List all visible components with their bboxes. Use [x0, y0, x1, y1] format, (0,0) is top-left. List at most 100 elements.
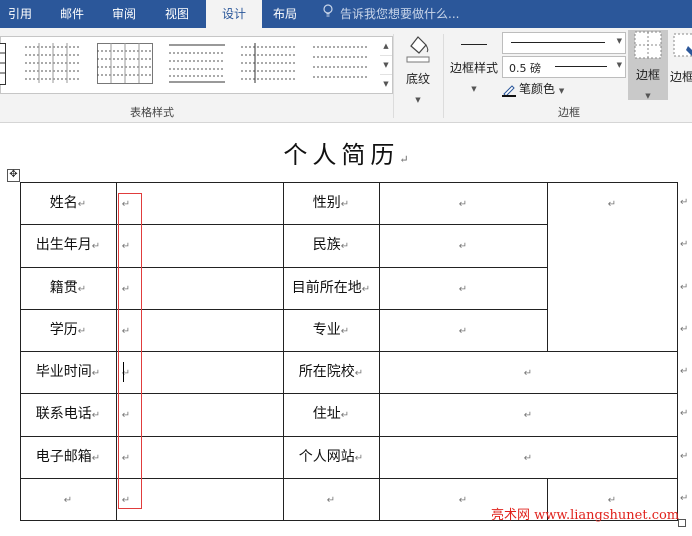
- value-cell[interactable]: ↵: [379, 351, 677, 393]
- border-painter-label: 边框刷: [670, 70, 692, 84]
- ribbon-panel: ▲ ▼ ▼ 表格样式 底纹 ▼ 边框样式 ▼ ▼ 0.5 磅 ▼ 笔颜色 ▼ 边…: [0, 28, 692, 123]
- group-divider: [393, 34, 394, 118]
- chevron-down-icon: ▼: [645, 92, 651, 100]
- label-cell-name[interactable]: 姓名↵: [20, 182, 116, 224]
- end-of-row-mark: ↵: [680, 366, 689, 377]
- table-border: [677, 182, 678, 520]
- label-cell-major[interactable]: 专业↵: [283, 309, 379, 351]
- table-style-thumb[interactable]: [0, 43, 7, 85]
- line-weight-dropdown[interactable]: 0.5 磅 ▼: [502, 56, 626, 78]
- tab-references[interactable]: 引用: [0, 0, 40, 28]
- label-text: 学历: [49, 322, 78, 338]
- label-cell-school[interactable]: 所在院校↵: [283, 351, 379, 393]
- watermark: 亮术网 www.liangshunet.com: [491, 508, 680, 523]
- gallery-up-button[interactable]: ▲: [380, 37, 392, 56]
- paint-bucket-icon: [403, 36, 433, 68]
- end-of-row-mark: ↵: [680, 324, 689, 335]
- chevron-down-icon: ▼: [471, 85, 477, 93]
- empty-cell[interactable]: ↵: [20, 478, 116, 520]
- line-style-preview: [511, 42, 605, 43]
- chevron-down-icon: ▼: [558, 87, 565, 95]
- value-cell[interactable]: ↵: [379, 436, 677, 478]
- label-cell-phone[interactable]: 联系电话↵: [20, 393, 116, 435]
- table-style-thumb[interactable]: [25, 43, 81, 85]
- tell-me-placeholder: 告诉我您想要做什么...: [340, 7, 460, 21]
- table-style-thumb[interactable]: [241, 43, 297, 85]
- end-of-row-mark: ↵: [680, 451, 689, 462]
- table-move-handle[interactable]: ✥: [7, 169, 20, 182]
- empty-cell[interactable]: ↵: [283, 478, 379, 520]
- gallery-scroll: ▲ ▼ ▼: [380, 36, 393, 94]
- ribbon-tab-bar: 引用 邮件 审阅 视图 设计 布局 告诉我您想要做什么...: [0, 0, 692, 28]
- end-of-row-mark: ↵: [680, 282, 689, 293]
- value-cell[interactable]: ↵: [379, 267, 547, 309]
- title-text: 个人简历: [283, 141, 400, 169]
- highlight-box: [118, 193, 142, 509]
- label-cell-ethnicity[interactable]: 民族↵: [283, 224, 379, 266]
- label-cell-address[interactable]: 住址↵: [283, 393, 379, 435]
- label-text: 联系电话: [35, 406, 92, 422]
- photo-cell[interactable]: ↵: [547, 182, 677, 224]
- shading-button[interactable]: 底纹 ▼: [397, 32, 439, 104]
- chevron-down-icon: ▼: [415, 96, 421, 104]
- label-cell-email[interactable]: 电子邮箱↵: [20, 436, 116, 478]
- label-text: 住址: [312, 406, 341, 422]
- table-style-thumb[interactable]: [169, 43, 225, 85]
- label-cell-gender[interactable]: 性别↵: [283, 182, 379, 224]
- border-line-icon: [461, 44, 487, 45]
- tab-table-layout[interactable]: 布局: [264, 0, 306, 28]
- table-style-thumb[interactable]: [97, 43, 153, 85]
- tab-mailings[interactable]: 邮件: [50, 0, 94, 28]
- label-cell-graduation[interactable]: 毕业时间↵: [20, 351, 116, 393]
- gallery-more-button[interactable]: ▼: [380, 75, 392, 93]
- text-cursor: [123, 362, 124, 382]
- gallery-down-button[interactable]: ▼: [380, 56, 392, 75]
- label-cell-birth[interactable]: 出生年月↵: [20, 224, 116, 266]
- borders-grid-icon: [633, 31, 663, 64]
- tab-table-design[interactable]: 设计: [206, 0, 262, 28]
- lightbulb-icon: [322, 0, 336, 28]
- chevron-down-icon: ▼: [616, 37, 622, 45]
- border-styles-label: 边框样式: [449, 61, 498, 75]
- end-of-row-mark: ↵: [680, 239, 689, 250]
- border-painter-icon: [670, 33, 692, 66]
- borders-label: 边框: [635, 68, 660, 82]
- end-of-row-mark: ↵: [680, 197, 689, 208]
- label-text: 毕业时间: [35, 364, 92, 380]
- end-of-row-mark: ↵: [680, 408, 689, 419]
- chevron-down-icon: ▼: [616, 61, 622, 69]
- table-styles-group-label: 表格样式: [130, 106, 174, 119]
- paragraph-mark-icon: ↵: [399, 153, 409, 166]
- tell-me-search[interactable]: 告诉我您想要做什么...: [322, 0, 459, 28]
- table-resize-handle[interactable]: [678, 519, 686, 527]
- value-cell[interactable]: ↵: [379, 182, 547, 224]
- end-of-row-mark: ↵: [680, 493, 689, 504]
- pen-color-button[interactable]: 笔颜色 ▼: [502, 80, 564, 98]
- table-border: [116, 182, 117, 520]
- border-painter-button[interactable]: 边框刷: [670, 32, 692, 98]
- label-text: 性别: [312, 195, 341, 211]
- value-cell[interactable]: ↵: [379, 393, 677, 435]
- tab-review[interactable]: 审阅: [102, 0, 146, 28]
- border-styles-button[interactable]: 边框样式 ▼: [448, 32, 500, 98]
- label-cell-location[interactable]: 目前所在地↵: [283, 267, 379, 309]
- table-style-thumb[interactable]: [313, 43, 369, 85]
- label-cell-website[interactable]: 个人网站↵: [283, 436, 379, 478]
- tab-view[interactable]: 视图: [154, 0, 200, 28]
- borders-button[interactable]: 边框 ▼: [628, 30, 668, 100]
- line-weight-value: 0.5 磅: [509, 62, 541, 75]
- label-text: 所在院校: [298, 364, 355, 380]
- label-text: 出生年月: [35, 237, 92, 253]
- value-cell[interactable]: ↵: [379, 224, 547, 266]
- label-text: 个人网站: [298, 449, 355, 465]
- page-title[interactable]: 个人简历↵: [0, 135, 692, 170]
- label-cell-education[interactable]: 学历↵: [20, 309, 116, 351]
- line-style-dropdown[interactable]: ▼: [502, 32, 626, 54]
- table-styles-gallery: [0, 36, 382, 94]
- line-weight-preview: [555, 66, 607, 67]
- label-text: 籍贯: [49, 280, 78, 296]
- label-text: 电子邮箱: [35, 449, 92, 465]
- label-cell-native-place[interactable]: 籍贯↵: [20, 267, 116, 309]
- value-cell[interactable]: ↵: [379, 309, 547, 351]
- borders-group-label: 边框: [558, 106, 580, 119]
